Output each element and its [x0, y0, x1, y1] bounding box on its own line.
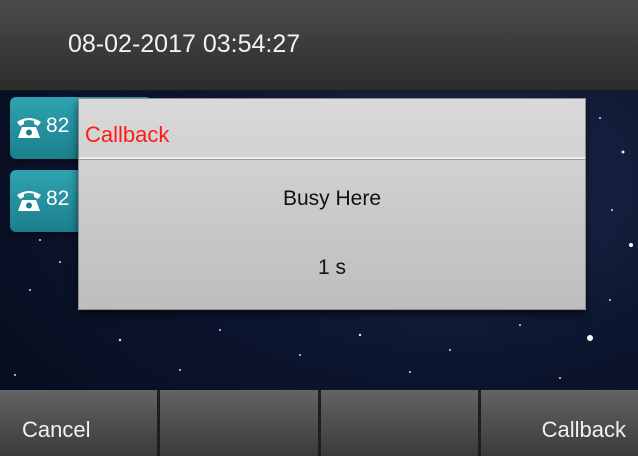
phone-screen: 08-02-2017 03:54:27 82 82 Callback Busy … — [0, 0, 638, 456]
line-key-label: 82 — [46, 187, 70, 210]
cancel-button[interactable]: Cancel — [0, 390, 161, 456]
dialog-countdown: 1 s — [317, 256, 346, 279]
date-time: 08-02-2017 03:54:27 — [68, 30, 301, 58]
phone-icon — [17, 191, 41, 211]
status-bar: 08-02-2017 03:54:27 — [0, 0, 638, 91]
softkey-label: Cancel — [22, 417, 91, 442]
dialog-title: Callback — [85, 122, 170, 147]
dialog-message: Busy Here — [282, 187, 382, 210]
softkey-2[interactable] — [160, 390, 321, 456]
callback-dialog: Callback Busy Here 1 s — [78, 98, 586, 310]
line-key-label: 82 — [46, 114, 70, 137]
phone-icon — [17, 118, 41, 138]
softkey-bar: Cancel Callback — [0, 390, 638, 456]
softkey-3[interactable] — [320, 390, 481, 456]
dialog-title-bar: Callback — [79, 99, 585, 159]
softkey-label: Callback — [541, 417, 626, 442]
callback-button[interactable]: Callback — [480, 390, 638, 456]
